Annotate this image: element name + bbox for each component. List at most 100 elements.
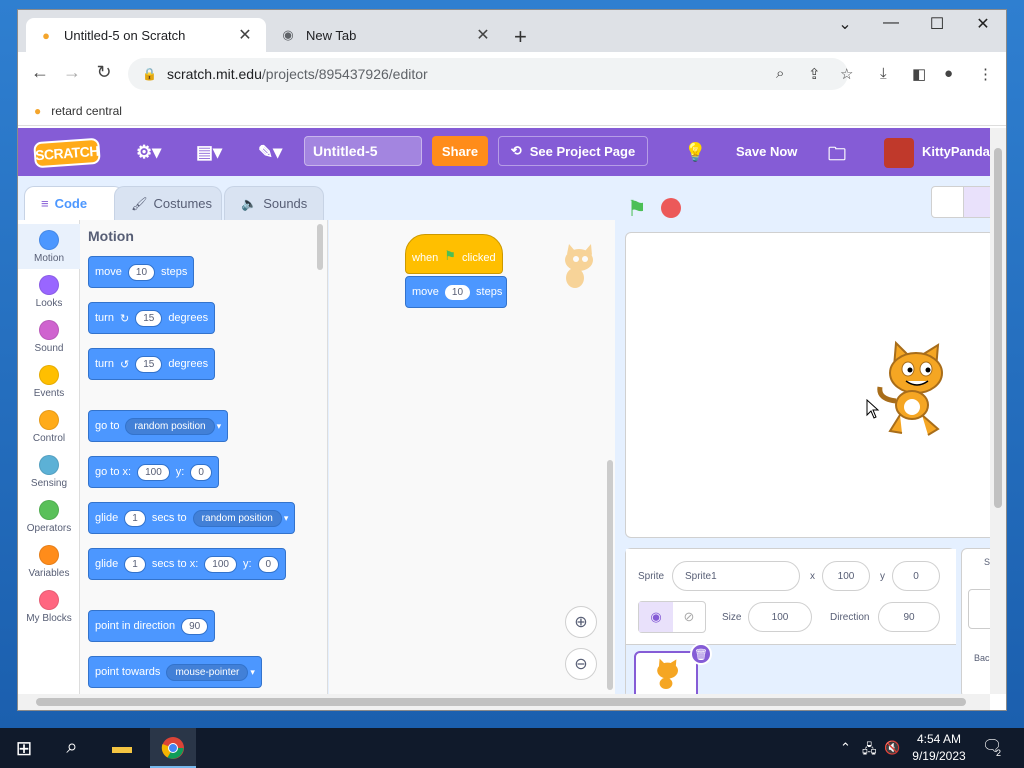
show-eye-icon[interactable]: ◉ — [639, 602, 673, 632]
bookmark-star-icon[interactable]: ☆ — [840, 65, 853, 83]
network-icon[interactable]: 🖧 — [862, 740, 877, 762]
category-looks[interactable]: Looks — [18, 269, 80, 314]
green-flag-button[interactable]: ⚑ — [627, 196, 647, 222]
block-go-to-xy[interactable]: go to x: 100 y: 0 — [88, 456, 219, 488]
delete-sprite-icon[interactable]: 🗑 — [690, 643, 712, 665]
block-turn-left[interactable]: turn ↺ 15 degrees — [88, 348, 216, 380]
size-input[interactable]: 100 — [748, 602, 812, 632]
block-input[interactable]: 15 — [135, 355, 163, 373]
block-dropdown[interactable]: random position — [192, 509, 282, 527]
project-title-input[interactable]: Untitled-5 — [304, 136, 422, 166]
block-glide-to-xy[interactable]: glide 1 secs to x: 100 y: 0 — [88, 548, 287, 580]
block-turn-right[interactable]: turn ↻ 15 degrees — [88, 302, 216, 334]
page-vertical-scrollbar[interactable] — [990, 128, 1006, 694]
block-input[interactable]: 1 — [124, 555, 146, 573]
category-sound[interactable]: Sound — [18, 314, 80, 359]
block-input[interactable]: 10 — [444, 284, 471, 300]
direction-input[interactable]: 90 — [878, 602, 940, 632]
category-motion[interactable]: Motion — [18, 224, 80, 269]
profile-icon[interactable]: ● — [944, 65, 953, 82]
tab-code[interactable]: ≡ Code — [24, 186, 124, 220]
hide-eye-icon[interactable]: ⊘ — [673, 602, 705, 632]
stop-button[interactable] — [661, 198, 681, 218]
page-horizontal-scrollbar[interactable] — [18, 694, 990, 710]
file-menu-icon[interactable]: ▤▾ — [196, 142, 222, 163]
block-input[interactable]: 15 — [135, 309, 163, 327]
block-go-to[interactable]: go to random position ▾ — [88, 410, 229, 442]
share-icon[interactable]: ⇪ — [808, 65, 821, 83]
close-window-icon[interactable]: ✕ — [968, 14, 998, 34]
sprite-name-input[interactable]: Sprite1 — [672, 561, 800, 591]
chrome-taskbar-button[interactable] — [150, 728, 196, 768]
stage-canvas[interactable] — [625, 232, 990, 538]
zoom-search-icon[interactable]: ⌕ — [776, 65, 784, 82]
new-tab-button[interactable]: + — [514, 24, 527, 50]
side-panel-icon[interactable]: ◧ — [912, 65, 926, 83]
block-input[interactable]: 100 — [137, 463, 170, 481]
close-tab-icon[interactable]: ✕ — [236, 25, 254, 45]
scrollbar-thumb[interactable] — [994, 148, 1002, 508]
block-input[interactable]: 1 — [124, 509, 146, 527]
show-hidden-icons-icon[interactable]: ⌃ — [840, 740, 851, 756]
scrollbar-thumb[interactable] — [36, 698, 966, 706]
maximize-icon[interactable]: ☐ — [922, 14, 952, 34]
category-operators[interactable]: Operators — [18, 494, 80, 539]
bookmark-item[interactable]: retard central — [51, 104, 122, 118]
tab-sounds[interactable]: 🔈 Sounds — [224, 186, 324, 220]
block-input[interactable]: 100 — [204, 555, 237, 573]
block-input[interactable]: 10 — [127, 263, 156, 281]
system-clock[interactable]: 4:54 AM 9/19/2023 — [904, 731, 974, 765]
tutorials-lightbulb-icon[interactable]: 💡 — [684, 142, 706, 163]
script-area[interactable]: when ⚑ clicked move 10 steps ⊕ ⊖ — [329, 220, 615, 694]
volume-muted-icon[interactable]: 🔇 — [884, 740, 900, 756]
forward-icon[interactable]: → — [60, 62, 84, 83]
category-variables[interactable]: Variables — [18, 539, 80, 584]
block-point-in-direction[interactable]: point in direction 90 — [88, 610, 216, 642]
block-input[interactable]: 90 — [181, 617, 209, 635]
block-input[interactable]: 0 — [257, 555, 280, 573]
x-input[interactable]: 100 — [822, 561, 870, 591]
my-stuff-folder-icon[interactable]: 🗀 — [828, 142, 846, 172]
menu-kebab-icon[interactable]: ⋮ — [978, 65, 993, 83]
category-sensing[interactable]: Sensing — [18, 449, 80, 494]
backdrop-thumbnail[interactable] — [968, 589, 990, 629]
reload-icon[interactable]: ↻ — [92, 62, 116, 83]
block-input[interactable]: 0 — [190, 463, 212, 481]
tab-scratch[interactable]: ● Untitled-5 on Scratch ✕ — [26, 18, 266, 52]
small-stage-button[interactable] — [932, 187, 964, 217]
zoom-in-button[interactable]: ⊕ — [565, 606, 597, 638]
close-tab-icon[interactable]: ✕ — [474, 25, 492, 45]
avatar[interactable] — [884, 138, 914, 168]
tab-costumes[interactable]: 🖌 Costumes — [114, 186, 222, 220]
scratch-logo[interactable]: SCRATCH — [33, 137, 101, 169]
category-my-blocks[interactable]: My Blocks — [18, 584, 80, 629]
download-icon[interactable]: ⤓ — [880, 65, 887, 82]
tab-new[interactable]: ◉ New Tab ✕ — [268, 18, 504, 52]
save-now-button[interactable]: Save Now — [736, 144, 797, 159]
settings-gear-icon[interactable]: ⚙▾ — [136, 142, 161, 163]
tab-search-icon[interactable]: ⌄ — [830, 14, 860, 34]
category-events[interactable]: Events — [18, 359, 80, 404]
see-project-page-button[interactable]: ⟲ See Project Page — [498, 136, 648, 166]
block-point-towards[interactable]: point towards mouse-pointer ▾ — [88, 656, 262, 688]
category-control[interactable]: Control — [18, 404, 80, 449]
address-bar[interactable]: 🔒 scratch.mit.edu/projects/895437926/edi… — [128, 58, 848, 90]
username[interactable]: KittyPanda5 — [922, 144, 997, 159]
block-dropdown[interactable]: random position — [125, 417, 215, 435]
zoom-out-button[interactable]: ⊖ — [565, 648, 597, 680]
search-icon[interactable]: ⌕ — [52, 736, 92, 759]
script-scrollbar[interactable] — [607, 460, 613, 690]
stage-selector[interactable]: S Bac — [961, 548, 990, 694]
cat-sprite[interactable] — [872, 339, 962, 439]
sprite-thumbnail[interactable]: 🗑 — [634, 643, 712, 694]
block-dropdown[interactable]: mouse-pointer — [166, 663, 249, 681]
block-glide-to[interactable]: glide 1 secs to random position ▾ — [88, 502, 296, 534]
block-when-flag-clicked[interactable]: when ⚑ clicked — [405, 234, 503, 274]
file-explorer-icon[interactable]: ▬ — [102, 736, 142, 759]
back-icon[interactable]: ← — [28, 62, 52, 83]
y-input[interactable]: 0 — [892, 561, 940, 591]
block-move-steps[interactable]: move 10 steps — [405, 276, 507, 308]
share-button[interactable]: Share — [432, 136, 488, 166]
edit-pencil-icon[interactable]: ✎▾ — [258, 142, 282, 163]
minimize-icon[interactable]: — — [876, 14, 906, 32]
